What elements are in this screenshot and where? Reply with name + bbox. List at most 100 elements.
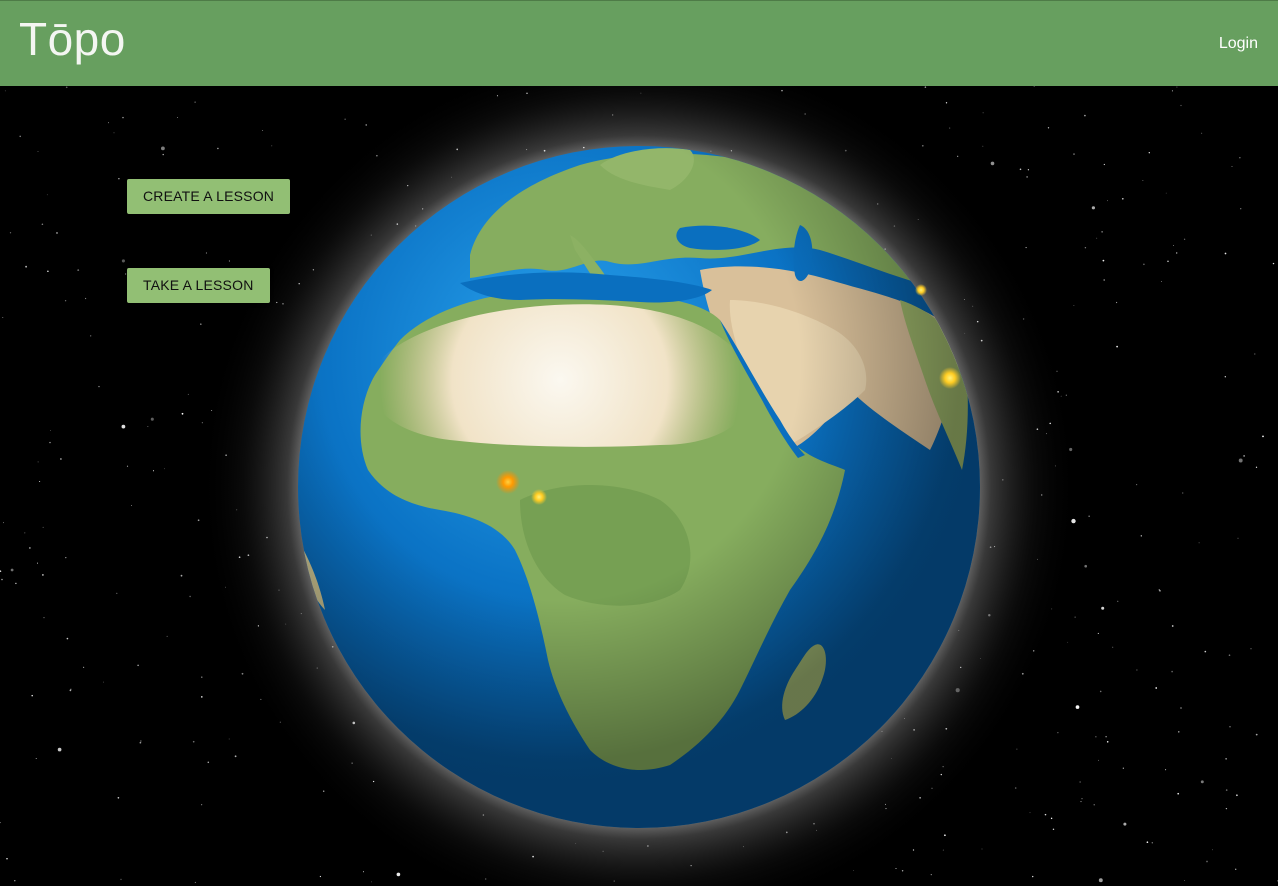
globe[interactable] xyxy=(298,146,980,828)
star xyxy=(1201,132,1203,134)
marker-india-south[interactable] xyxy=(939,367,961,389)
star xyxy=(1142,180,1144,182)
star xyxy=(1084,564,1088,568)
star xyxy=(147,426,149,428)
star xyxy=(120,878,122,881)
star xyxy=(65,557,67,559)
marker-nigeria[interactable] xyxy=(531,489,547,505)
take-lesson-button[interactable]: TAKE A LESSON xyxy=(127,268,270,303)
star xyxy=(90,335,92,337)
star xyxy=(942,849,944,851)
star xyxy=(49,441,51,444)
star xyxy=(41,223,44,225)
star xyxy=(187,393,189,395)
star xyxy=(121,259,125,263)
star xyxy=(1148,152,1150,154)
star xyxy=(1237,537,1239,539)
star xyxy=(1097,632,1099,634)
star xyxy=(150,417,154,421)
star xyxy=(1204,650,1207,653)
star xyxy=(1262,435,1264,438)
star xyxy=(19,135,21,138)
star xyxy=(370,881,372,883)
star xyxy=(43,617,45,619)
star xyxy=(990,161,995,166)
star xyxy=(2,317,4,319)
star xyxy=(1229,726,1231,728)
star xyxy=(56,232,58,234)
star xyxy=(982,145,984,147)
star xyxy=(944,834,946,837)
star xyxy=(1212,849,1213,851)
star xyxy=(1073,153,1075,155)
star xyxy=(116,592,118,595)
star xyxy=(1105,736,1107,738)
brand-logo[interactable]: Tōpo xyxy=(19,12,126,66)
star xyxy=(1180,104,1182,107)
star xyxy=(1240,208,1242,210)
star xyxy=(1239,157,1241,159)
star xyxy=(42,526,44,528)
star xyxy=(117,796,120,799)
star xyxy=(1198,542,1200,544)
globe-viewport[interactable]: CREATE A LESSON TAKE A LESSON xyxy=(0,86,1278,886)
star xyxy=(160,146,165,151)
star xyxy=(1225,789,1228,791)
star xyxy=(50,430,51,431)
star xyxy=(1102,259,1105,262)
star xyxy=(1103,279,1106,281)
star xyxy=(201,804,203,806)
marker-west-africa[interactable] xyxy=(496,470,520,494)
star xyxy=(47,270,49,272)
star xyxy=(1052,828,1055,831)
star xyxy=(1254,353,1256,355)
star xyxy=(228,738,230,740)
star xyxy=(113,132,115,134)
star xyxy=(1044,813,1047,816)
star xyxy=(1084,247,1087,249)
star xyxy=(192,740,195,743)
star xyxy=(217,147,219,150)
star xyxy=(181,412,184,415)
star xyxy=(1029,812,1031,814)
login-link[interactable]: Login xyxy=(1219,35,1258,53)
star xyxy=(1067,641,1069,643)
star xyxy=(1099,690,1102,693)
star xyxy=(177,117,179,119)
star xyxy=(9,232,12,234)
star xyxy=(1098,759,1099,761)
star xyxy=(1151,842,1153,844)
star xyxy=(1238,458,1243,463)
star xyxy=(205,252,207,254)
star xyxy=(1117,600,1119,602)
star xyxy=(14,880,16,882)
star xyxy=(1255,466,1258,468)
star xyxy=(24,532,26,534)
marker-india-north[interactable] xyxy=(915,284,927,296)
star xyxy=(1025,247,1027,249)
star xyxy=(1140,535,1142,537)
star xyxy=(1184,880,1186,881)
star xyxy=(1116,301,1118,304)
star xyxy=(930,873,932,876)
star xyxy=(396,872,401,877)
star xyxy=(1081,798,1083,800)
star xyxy=(37,461,39,463)
star xyxy=(139,741,142,744)
star xyxy=(29,547,31,549)
star xyxy=(46,194,48,196)
star xyxy=(949,127,951,129)
star xyxy=(108,122,110,124)
star xyxy=(1121,197,1124,200)
star xyxy=(1235,868,1237,870)
star xyxy=(1176,86,1178,88)
star xyxy=(60,458,62,460)
star xyxy=(162,153,164,156)
star xyxy=(1106,741,1109,743)
star xyxy=(1050,817,1053,820)
star xyxy=(912,849,915,851)
star xyxy=(1171,625,1174,627)
star xyxy=(64,300,67,302)
star xyxy=(200,323,202,325)
create-lesson-button[interactable]: CREATE A LESSON xyxy=(127,179,291,214)
